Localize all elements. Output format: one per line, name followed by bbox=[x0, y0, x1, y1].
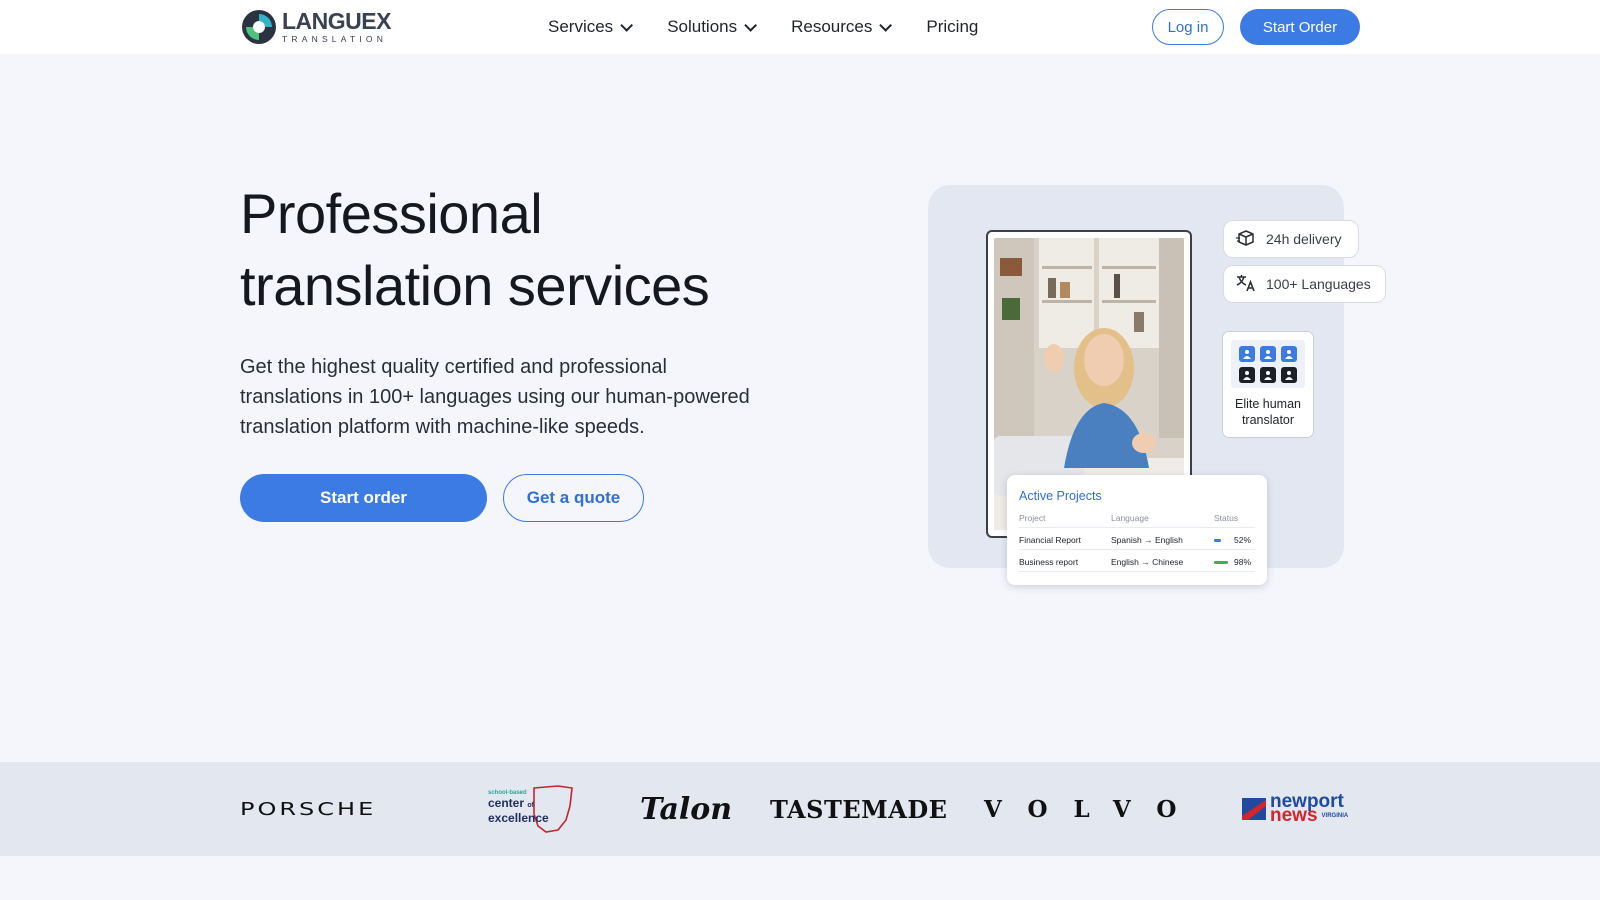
nav-services-label: Services bbox=[548, 17, 614, 36]
volvo-logo: VOLVO bbox=[984, 795, 1203, 823]
translate-icon bbox=[1236, 274, 1256, 295]
person-icon bbox=[1281, 345, 1297, 362]
news-word: news bbox=[1270, 805, 1318, 826]
row-2-status: 98% bbox=[1234, 557, 1252, 567]
logo-subtitle: TRANSLATION bbox=[282, 34, 388, 45]
nav-pricing[interactable]: Pricing bbox=[926, 17, 978, 37]
column-header-project: Project bbox=[1019, 513, 1046, 523]
nav-pricing-label: Pricing bbox=[926, 17, 979, 36]
row-divider bbox=[1019, 549, 1255, 550]
center-of-excellence-logo: school-based center of excellence bbox=[488, 762, 574, 856]
row-divider bbox=[1019, 571, 1255, 572]
row-2-project: Business report bbox=[1019, 557, 1079, 567]
top-navbar: LANGUEX TRANSLATION Services Solutions R… bbox=[0, 0, 1600, 54]
nav-solutions-label: Solutions bbox=[667, 17, 738, 36]
nav-services[interactable]: Services bbox=[548, 17, 634, 37]
person-icon bbox=[1260, 366, 1276, 383]
login-button[interactable]: Log in bbox=[1152, 9, 1224, 45]
package-icon bbox=[1236, 229, 1256, 250]
nav-resources[interactable]: Resources bbox=[791, 17, 893, 37]
row-2-progress-bar bbox=[1214, 561, 1228, 564]
chevron-down-icon bbox=[744, 18, 758, 32]
row-1-project: Financial Report bbox=[1019, 535, 1081, 545]
newport-emblem-icon bbox=[1242, 798, 1266, 820]
active-projects-title: Active Projects bbox=[1019, 489, 1102, 503]
hero-title-line1: Professional bbox=[240, 182, 543, 245]
person-icon bbox=[1281, 366, 1297, 383]
client-logos-strip: PORSCHE school-based center of excellenc… bbox=[0, 762, 1600, 856]
center-word: center bbox=[488, 796, 525, 810]
delivery-chip: 24h delivery bbox=[1223, 220, 1359, 258]
of-word: of bbox=[527, 802, 534, 809]
excellence-word: excellence bbox=[488, 811, 549, 825]
row-1-status: 52% bbox=[1234, 535, 1252, 545]
row-2-language: English → Chinese bbox=[1111, 557, 1184, 567]
languages-chip-label: 100+ Languages bbox=[1266, 276, 1371, 292]
nav-solutions[interactable]: Solutions bbox=[667, 17, 758, 37]
chevron-down-icon bbox=[879, 18, 893, 32]
column-header-language: Language bbox=[1111, 513, 1149, 523]
brand-logo[interactable]: LANGUEX TRANSLATION bbox=[240, 8, 391, 46]
logo-name: LANGUEX bbox=[282, 8, 391, 35]
hero-subtitle: Get the highest quality certified and pr… bbox=[240, 356, 750, 438]
chevron-down-icon bbox=[620, 18, 634, 32]
hero-title: Professional translation services bbox=[240, 178, 710, 322]
tastemade-logo: TASTEMADE bbox=[770, 794, 948, 824]
elite-translator-card: Elite human translator bbox=[1222, 331, 1314, 438]
hero-title-line2: translation services bbox=[240, 254, 710, 317]
column-header-status: Status bbox=[1214, 513, 1239, 523]
languages-chip: 100+ Languages bbox=[1223, 265, 1386, 303]
person-icon bbox=[1260, 345, 1276, 362]
newport-news-logo: newport news VIRGINIA bbox=[1242, 762, 1348, 856]
translator-avatars-grid bbox=[1231, 340, 1305, 388]
row-divider bbox=[1019, 527, 1255, 528]
person-icon bbox=[1239, 345, 1255, 362]
start-order-nav-button[interactable]: Start Order bbox=[1240, 9, 1360, 45]
talon-logo: Talon bbox=[640, 791, 733, 827]
virginia-word: VIRGINIA bbox=[1321, 813, 1349, 819]
active-projects-card: Active Projects Project Language Status … bbox=[1007, 475, 1267, 585]
languex-logo-icon bbox=[240, 8, 278, 46]
elite-translator-label: Elite human translator bbox=[1234, 397, 1301, 427]
row-1-language: Spanish → English bbox=[1111, 535, 1183, 545]
nav-links: Services Solutions Resources Pricing bbox=[548, 17, 1016, 37]
row-1-progress-bar bbox=[1214, 539, 1221, 542]
delivery-chip-label: 24h delivery bbox=[1266, 231, 1342, 247]
person-icon bbox=[1239, 366, 1255, 383]
start-order-button[interactable]: Start order bbox=[240, 474, 487, 522]
porsche-logo: PORSCHE bbox=[240, 798, 377, 820]
nav-resources-label: Resources bbox=[791, 17, 873, 36]
get-quote-button[interactable]: Get a quote bbox=[503, 474, 644, 522]
